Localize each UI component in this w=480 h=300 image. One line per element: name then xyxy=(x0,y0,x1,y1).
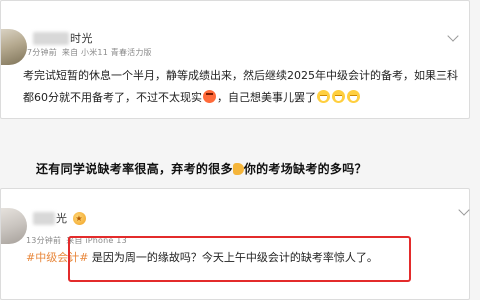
post-source: 来自 iPhone 13 xyxy=(66,236,127,245)
angry-face-emoji-icon xyxy=(203,90,216,103)
chevron-down-icon[interactable] xyxy=(447,30,459,42)
avatar[interactable] xyxy=(1,208,27,244)
blurred-author-name xyxy=(33,31,69,45)
post-text: 考完试短暂的休息一个半月，静等成绩出来，然后继续2025年中级会计的备考，如果三… xyxy=(23,65,459,109)
author-name[interactable]: 光 xyxy=(56,210,68,226)
author-row[interactable]: 时光 xyxy=(33,31,93,45)
post-time: 13分钟前 xyxy=(26,236,62,245)
question-text-start: 还有同学说缺考率很高，弃考的很多 xyxy=(36,162,233,176)
post-time: 7分钟前 xyxy=(27,48,57,57)
fan-badge-icon: ★ xyxy=(72,211,86,225)
grin-emoji-icon xyxy=(347,90,360,103)
blurred-author-name xyxy=(33,211,55,225)
post-meta: 7分钟前 来自 小米11 青春活力版 xyxy=(27,47,152,58)
post-meta: 13分钟前 来自 iPhone 13 xyxy=(26,235,127,246)
grin-emoji-icon xyxy=(317,90,330,103)
grin-emoji-icon xyxy=(332,90,345,103)
author-name[interactable]: 时光 xyxy=(70,30,93,46)
hashtag-link[interactable]: #中级会计# xyxy=(26,251,88,264)
pointing-hand-icon xyxy=(232,163,244,175)
article-question: 还有同学说缺考率很高，弃考的很多 你的考场缺考的多吗？ xyxy=(36,160,367,177)
post-card-1[interactable]: 时光 7分钟前 来自 小米11 青春活力版 考完试短暂的休息一个半月，静等成绩出来… xyxy=(0,0,470,119)
post-text: #中级会计# 是因为周一的缘故吗？今天上午中级会计的缺考率惊人了。 xyxy=(26,249,378,265)
post-source: 来自 小米11 青春活力版 xyxy=(61,48,152,57)
post-text-tail: ，自己想美事儿罢了 xyxy=(217,91,316,104)
question-text-end: 你的考场缺考的多吗？ xyxy=(243,162,367,176)
author-row[interactable]: 光 ★ xyxy=(33,211,86,225)
avatar[interactable] xyxy=(1,29,27,65)
post-text-main: 是因为周一的缘故吗？今天上午中级会计的缺考率惊人了。 xyxy=(88,251,378,264)
